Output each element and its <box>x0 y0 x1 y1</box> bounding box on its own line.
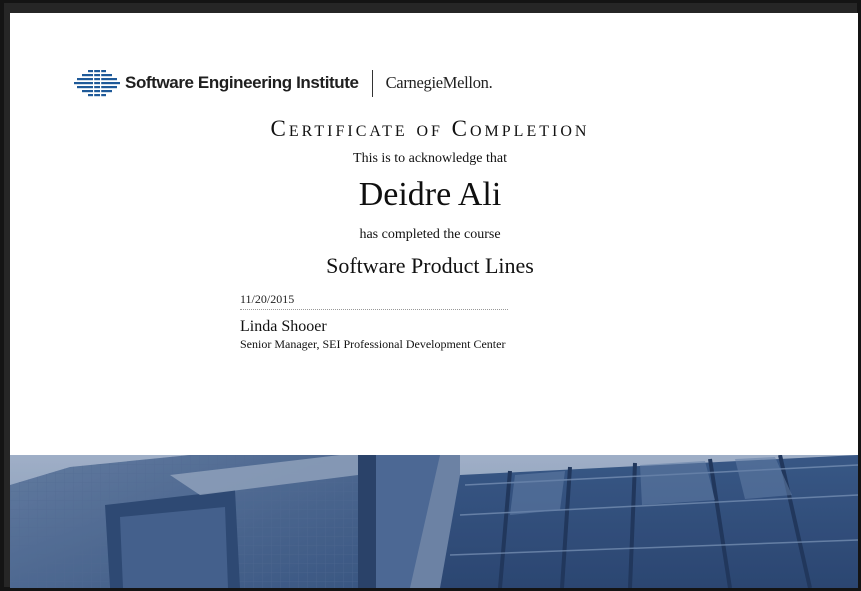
certificate-page: Software Engineering Institute CarnegieM… <box>10 13 858 588</box>
header-logos: Software Engineering Institute CarnegieM… <box>74 67 493 99</box>
signer-title: Senior Manager, SEI Professional Develop… <box>240 337 506 351</box>
course-name: Software Product Lines <box>326 253 534 278</box>
logo-divider <box>371 69 373 97</box>
window-frame: Software Engineering Institute CarnegieM… <box>0 0 861 591</box>
sei-name: Software Engineering Institute <box>125 73 359 92</box>
recipient-name: Deidre Ali <box>358 176 502 213</box>
building-photo <box>10 455 858 588</box>
completion-date: 11/20/2015 <box>240 292 295 306</box>
certificate-title: Certificate of Completion <box>270 116 590 141</box>
completed-text: has completed the course <box>359 227 501 242</box>
acknowledge-text: This is to acknowledge that <box>353 151 507 166</box>
signer-name: Linda Shooer <box>240 318 327 335</box>
signature-line <box>240 309 508 310</box>
university-name: CarnegieMellon. <box>385 73 493 92</box>
sei-logo-icon <box>74 69 120 97</box>
